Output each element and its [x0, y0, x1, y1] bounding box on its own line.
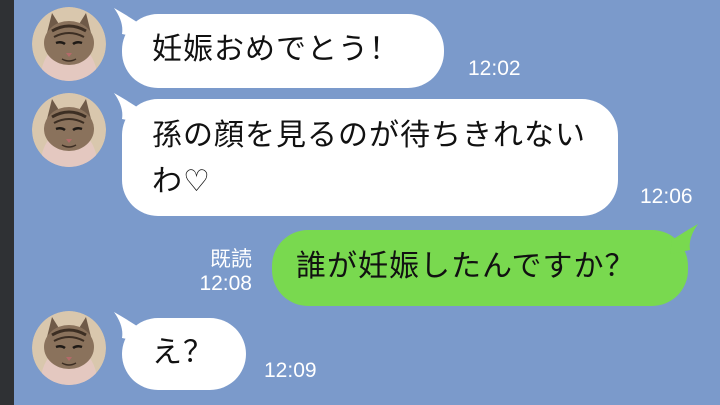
cat-avatar-icon[interactable] — [32, 93, 106, 167]
incoming-message-bubble[interactable]: 孫の顔を見るのが待ちきれないわ♡ — [114, 93, 618, 216]
message-timestamp: 12:02 — [468, 57, 521, 80]
message-text: 妊娠おめでとう！ — [152, 32, 400, 67]
message-timestamp: 12:09 — [264, 359, 317, 382]
read-receipt: 既読 — [210, 248, 252, 271]
bubble-tail — [114, 93, 142, 123]
message-timestamp: 12:08 — [199, 272, 252, 295]
bubble-tail — [670, 224, 698, 254]
bubble-tail — [114, 312, 142, 342]
bubble-tail — [114, 8, 142, 38]
incoming-message-bubble[interactable]: 妊娠おめでとう！ — [114, 8, 444, 88]
window-edge — [0, 0, 14, 405]
outgoing-message-bubble[interactable]: 誰が妊娠したんですか？ — [272, 224, 698, 306]
message-text: 孫の顔を見るのが待ちきれないわ♡ — [152, 118, 586, 199]
message-text: 誰が妊娠したんですか？ — [296, 249, 636, 284]
message-text: え？ — [152, 335, 214, 370]
message-timestamp: 12:06 — [640, 185, 693, 208]
cat-avatar-icon[interactable] — [32, 7, 106, 81]
incoming-message-bubble[interactable]: え？ — [114, 312, 246, 390]
cat-avatar-icon[interactable] — [32, 311, 106, 385]
